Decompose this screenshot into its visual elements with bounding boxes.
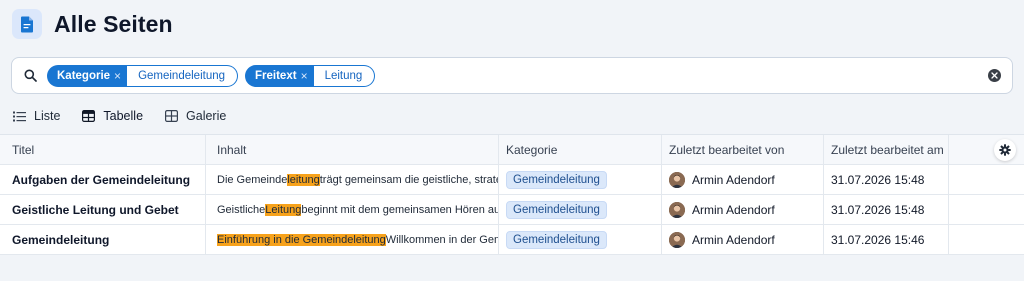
row-edited-at: 31.07.2026 15:48	[824, 195, 949, 224]
table-row[interactable]: Aufgaben der Gemeindeleitung Die Gemeind…	[0, 165, 1024, 195]
filter-key-label: Kategorie	[57, 69, 111, 82]
editor-name: Armin Adendorf	[692, 232, 775, 247]
table-row[interactable]: Geistliche Leitung und Gebet Geistliche …	[0, 195, 1024, 225]
view-gallery[interactable]: Galerie	[165, 109, 226, 123]
row-title[interactable]: Geistliche Leitung und Gebet	[0, 195, 206, 224]
row-spacer	[949, 195, 1024, 224]
avatar	[669, 201, 685, 218]
avatar	[669, 231, 685, 248]
row-category: Gemeindeleitung	[499, 195, 662, 224]
editor-name: Armin Adendorf	[692, 172, 775, 187]
page-title: Alle Seiten	[54, 10, 173, 37]
column-header-edited-by[interactable]: Zuletzt bearbeitet von	[662, 135, 824, 164]
column-header-title[interactable]: Titel	[0, 135, 206, 164]
filter-value[interactable]: Leitung	[313, 64, 376, 87]
content-text: beginnt mit dem gemeinsamen Hören auf G	[301, 203, 499, 216]
view-table-label: Tabelle	[103, 109, 144, 123]
row-category: Gemeindeleitung	[499, 225, 662, 254]
search-bar[interactable]: Kategorie × Gemeindeleitung Freitext × L…	[11, 57, 1013, 94]
search-highlight: Leitung	[265, 203, 302, 216]
row-editor: Armin Adendorf	[662, 195, 824, 224]
filter-key-label: Freitext	[255, 69, 297, 82]
view-gallery-label: Galerie	[186, 109, 227, 123]
view-list[interactable]: Liste	[13, 109, 60, 123]
filter-chip-freitext[interactable]: Freitext × Leitung	[245, 64, 376, 87]
row-title[interactable]: Gemeindeleitung	[0, 225, 206, 254]
gear-icon[interactable]	[993, 138, 1016, 161]
row-spacer	[949, 225, 1024, 254]
avatar	[669, 171, 685, 188]
table-row[interactable]: Gemeindeleitung Einführung in die Gemein…	[0, 225, 1024, 255]
category-tag[interactable]: Gemeindeleitung	[506, 170, 607, 189]
row-edited-at: 31.07.2026 15:48	[824, 165, 949, 194]
content-text: Geistliche	[217, 203, 266, 216]
gallery-icon	[165, 109, 179, 123]
filter-value[interactable]: Gemeindeleitung	[127, 64, 239, 87]
remove-filter-icon[interactable]: ×	[301, 69, 308, 83]
filter-key[interactable]: Freitext ×	[245, 64, 314, 87]
table-settings	[949, 135, 1024, 164]
search-highlight: Einführung in die Gemeindeleitung	[217, 233, 386, 246]
page-header: Alle Seiten	[12, 8, 173, 40]
filter-key[interactable]: Kategorie ×	[47, 64, 128, 87]
column-header-content[interactable]: Inhalt	[206, 135, 499, 164]
column-header-edited-at[interactable]: Zuletzt bearbeitet am	[824, 135, 949, 164]
row-content: Geistliche Leitung beginnt mit dem gemei…	[206, 195, 499, 224]
column-header-category[interactable]: Kategorie	[499, 135, 662, 164]
row-editor: Armin Adendorf	[662, 225, 824, 254]
row-content: Einführung in die Gemeindeleitung Willko…	[206, 225, 499, 254]
remove-filter-icon[interactable]: ×	[114, 69, 121, 83]
editor-name: Armin Adendorf	[692, 202, 775, 217]
table-header-row: Titel Inhalt Kategorie Zuletzt bearbeite…	[0, 135, 1024, 165]
list-icon	[13, 109, 27, 123]
row-editor: Armin Adendorf	[662, 165, 824, 194]
filter-chip-kategorie[interactable]: Kategorie × Gemeindeleitung	[47, 64, 239, 87]
document-icon	[12, 9, 42, 39]
row-edited-at: 31.07.2026 15:46	[824, 225, 949, 254]
view-list-label: Liste	[34, 109, 61, 123]
view-switcher: Liste Tabelle Galerie	[13, 106, 248, 126]
view-table[interactable]: Tabelle	[82, 109, 143, 123]
content-text: Die Gemeinde	[217, 173, 288, 186]
row-title[interactable]: Aufgaben der Gemeindeleitung	[0, 165, 206, 194]
row-content: Die Gemeinde leitung trägt gemeinsam die …	[206, 165, 499, 194]
category-tag[interactable]: Gemeindeleitung	[506, 230, 607, 249]
content-text: Willkommen in der Geme	[385, 233, 499, 246]
row-spacer	[949, 165, 1024, 194]
clear-icon[interactable]	[988, 69, 1001, 82]
category-tag[interactable]: Gemeindeleitung	[506, 200, 607, 219]
search-icon	[22, 68, 38, 84]
table-icon	[82, 109, 96, 123]
row-category: Gemeindeleitung	[499, 165, 662, 194]
search-highlight: leitung	[287, 173, 320, 186]
pages-table: Titel Inhalt Kategorie Zuletzt bearbeite…	[0, 134, 1024, 255]
content-text: trägt gemeinsam die geistliche, strateg	[319, 173, 499, 186]
